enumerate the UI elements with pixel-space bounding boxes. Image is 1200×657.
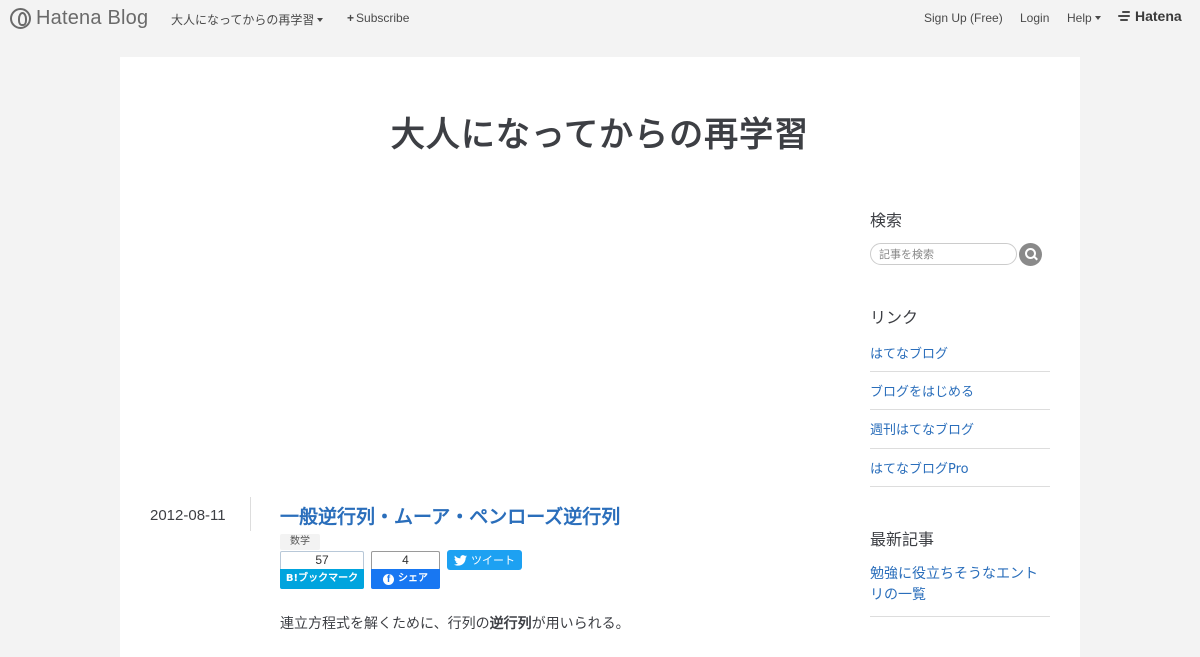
hatena-blog-logo-text: Hatena Blog <box>36 6 149 29</box>
entry-body-text: 連立方程式を解くために、行列の逆行列が用いられる。 <box>280 616 630 632</box>
facebook-share-button[interactable]: 4 f シェア <box>371 551 440 590</box>
links-module-title: リンク <box>870 308 919 327</box>
search-button[interactable] <box>1019 243 1042 266</box>
hatena-logo-icon <box>1118 10 1132 22</box>
subscribe-button[interactable]: + Subscribe <box>347 11 409 25</box>
plus-icon: + <box>347 11 355 25</box>
facebook-share-count: 4 <box>371 551 440 569</box>
hatena-blog-logo[interactable]: Hatena Blog <box>10 7 148 29</box>
blog-title-menu-label: 大人になってからの再学習 <box>171 13 315 27</box>
facebook-icon: f <box>383 573 394 585</box>
facebook-share-label: シェア <box>398 573 428 584</box>
signup-link[interactable]: Sign Up (Free) <box>924 11 1003 25</box>
hatena-link[interactable]: Hatena <box>1118 8 1182 24</box>
entry-category-tag[interactable]: 数学 <box>280 534 320 550</box>
blog-title[interactable]: 大人になってからの再学習 <box>120 107 1080 156</box>
sidebar-link-pro[interactable]: はてなブログPro <box>870 458 1050 487</box>
global-header: Hatena Blog 大人になってからの再学習 + Subscribe Sign… <box>0 0 1200 36</box>
caret-down-icon <box>1094 16 1101 20</box>
login-link[interactable]: Login <box>1020 11 1049 25</box>
help-menu[interactable]: Help <box>1067 11 1101 25</box>
twitter-bird-icon <box>454 554 467 566</box>
sidebar-link-weekly[interactable]: 週刊はてなブログ <box>870 419 1050 449</box>
hatena-bookmark-count: 57 <box>280 551 364 569</box>
entry-title[interactable]: 一般逆行列・ムーア・ペンローズ逆行列 <box>280 502 620 529</box>
blog-title-menu[interactable]: 大人になってからの再学習 <box>171 11 324 28</box>
twitter-tweet-button[interactable]: ツイート <box>447 550 522 570</box>
sidebar-link-hatena-blog[interactable]: はてなブログ <box>870 343 1050 372</box>
hatena-bookmark-button[interactable]: 57 B!ブックマーク <box>280 551 364 590</box>
caret-down-icon <box>317 18 324 22</box>
recent-entry-item[interactable]: 勉強に役立ちそうなエントリの一覧 <box>870 564 1050 617</box>
hatena-logo-text: Hatena <box>1135 8 1182 24</box>
hatena-blog-logo-icon <box>10 7 31 29</box>
recent-module-title: 最新記事 <box>870 530 935 549</box>
sidebar-link-start-blog[interactable]: ブログをはじめる <box>870 381 1050 410</box>
subscribe-label: Subscribe <box>356 11 410 25</box>
entry-date[interactable]: 2012-08-11 <box>150 507 226 524</box>
blog-container: 大人になってからの再学習 2012-08-11 一般逆行列・ムーア・ペンローズ逆… <box>120 57 1080 657</box>
date-divider <box>250 497 251 531</box>
twitter-tweet-label: ツイート <box>471 554 515 567</box>
search-input[interactable] <box>870 243 1017 265</box>
search-module-title: 検索 <box>870 211 903 230</box>
hatena-bookmark-label: B!ブックマーク <box>280 569 364 589</box>
help-menu-label: Help <box>1067 11 1092 25</box>
